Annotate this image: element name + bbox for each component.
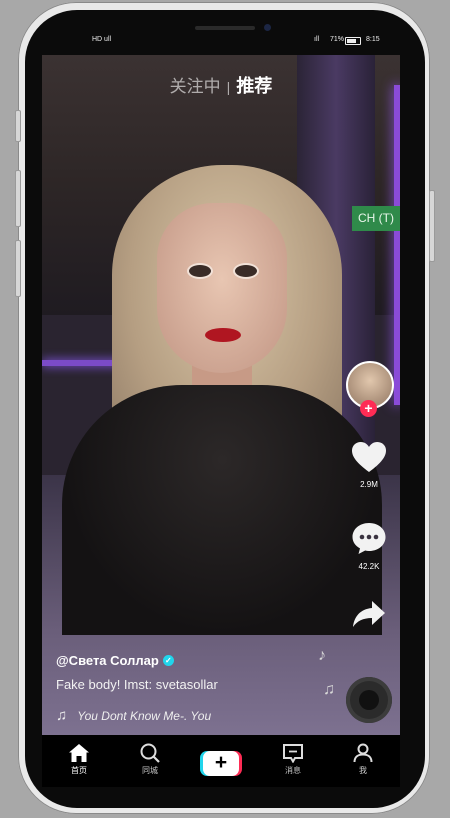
nav-profile-label: 我: [359, 766, 367, 775]
verified-badge-icon: ✓: [162, 655, 174, 666]
network-indicator: HD ull: [92, 36, 112, 43]
video-neon-light-left: [42, 360, 122, 366]
share-button[interactable]: [344, 599, 394, 634]
comment-icon: [352, 523, 386, 554]
tab-following[interactable]: 关注中: [170, 72, 221, 97]
signal-indicator: ıll: [314, 36, 320, 43]
battery-percent: 71%: [330, 36, 345, 43]
video-neon-light: [394, 85, 400, 405]
video-subject-eye-right: [233, 263, 259, 279]
video-subject-body: [62, 385, 382, 635]
search-icon: [140, 743, 160, 763]
battery-icon: [345, 37, 361, 45]
sound-row[interactable]: ♫ You Dont Know Me-. You: [56, 707, 218, 724]
inbox-icon: [283, 744, 303, 763]
nav-inbox[interactable]: 消息: [268, 743, 318, 776]
comment-count: 42.2K: [358, 562, 380, 571]
video-subject-eye-left: [187, 263, 213, 279]
profile-icon: [353, 743, 373, 763]
tab-separator: |: [226, 79, 231, 95]
speaker-grille: [195, 26, 255, 30]
tab-recommend[interactable]: 推荐: [236, 72, 272, 98]
follow-button[interactable]: +: [360, 400, 377, 417]
sound-title: You Dont Know Me-. You: [77, 708, 212, 723]
nav-discover[interactable]: 同城: [125, 743, 175, 776]
volume-up-button: [15, 170, 21, 227]
nav-home[interactable]: 首页: [54, 743, 104, 776]
heart-icon: [352, 442, 386, 472]
power-button: [429, 190, 435, 262]
video-player[interactable]: 关注中 | 推荐 CH (T) + 2.9M 42.2K ♪ ♫ @Света …: [42, 55, 400, 735]
like-button[interactable]: 2.9M: [344, 441, 394, 489]
bottom-nav: 首页 同城 + 消息 我: [42, 735, 400, 787]
home-icon: [69, 744, 89, 762]
clock: 8:15: [366, 36, 380, 43]
share-arrow-icon: [353, 601, 385, 627]
floating-music-note-icon: ♪: [318, 647, 326, 664]
translate-chip[interactable]: CH (T): [352, 206, 400, 231]
sound-disc-icon[interactable]: [346, 677, 392, 723]
front-camera: [264, 24, 271, 31]
creator-username-row: @Света Соллар ✓: [56, 653, 218, 668]
nav-inbox-label: 消息: [285, 766, 301, 775]
creator-username[interactable]: @Света Соллар: [56, 653, 159, 668]
status-bar: HD ull ıll 71% 8:15: [92, 36, 392, 50]
feed-tabs: 关注中 | 推荐: [42, 72, 400, 98]
nav-discover-label: 同城: [142, 766, 158, 775]
create-button[interactable]: +: [200, 751, 242, 776]
plus-icon: +: [203, 751, 239, 776]
video-caption: @Света Соллар ✓ Fake body! Imst: svetaso…: [56, 653, 218, 724]
nav-home-label: 首页: [71, 766, 87, 775]
mute-switch: [15, 110, 21, 142]
music-note-icon: ♫: [56, 707, 68, 724]
comment-button[interactable]: 42.2K: [344, 521, 394, 571]
video-description: Fake body! Imst: svetasollar: [56, 677, 218, 692]
like-count: 2.9M: [360, 480, 378, 489]
floating-music-note-icon-2: ♫: [323, 681, 335, 698]
video-subject-face: [157, 203, 287, 373]
nav-profile[interactable]: 我: [338, 743, 388, 776]
volume-down-button: [15, 240, 21, 297]
video-subject-lips: [205, 328, 241, 342]
